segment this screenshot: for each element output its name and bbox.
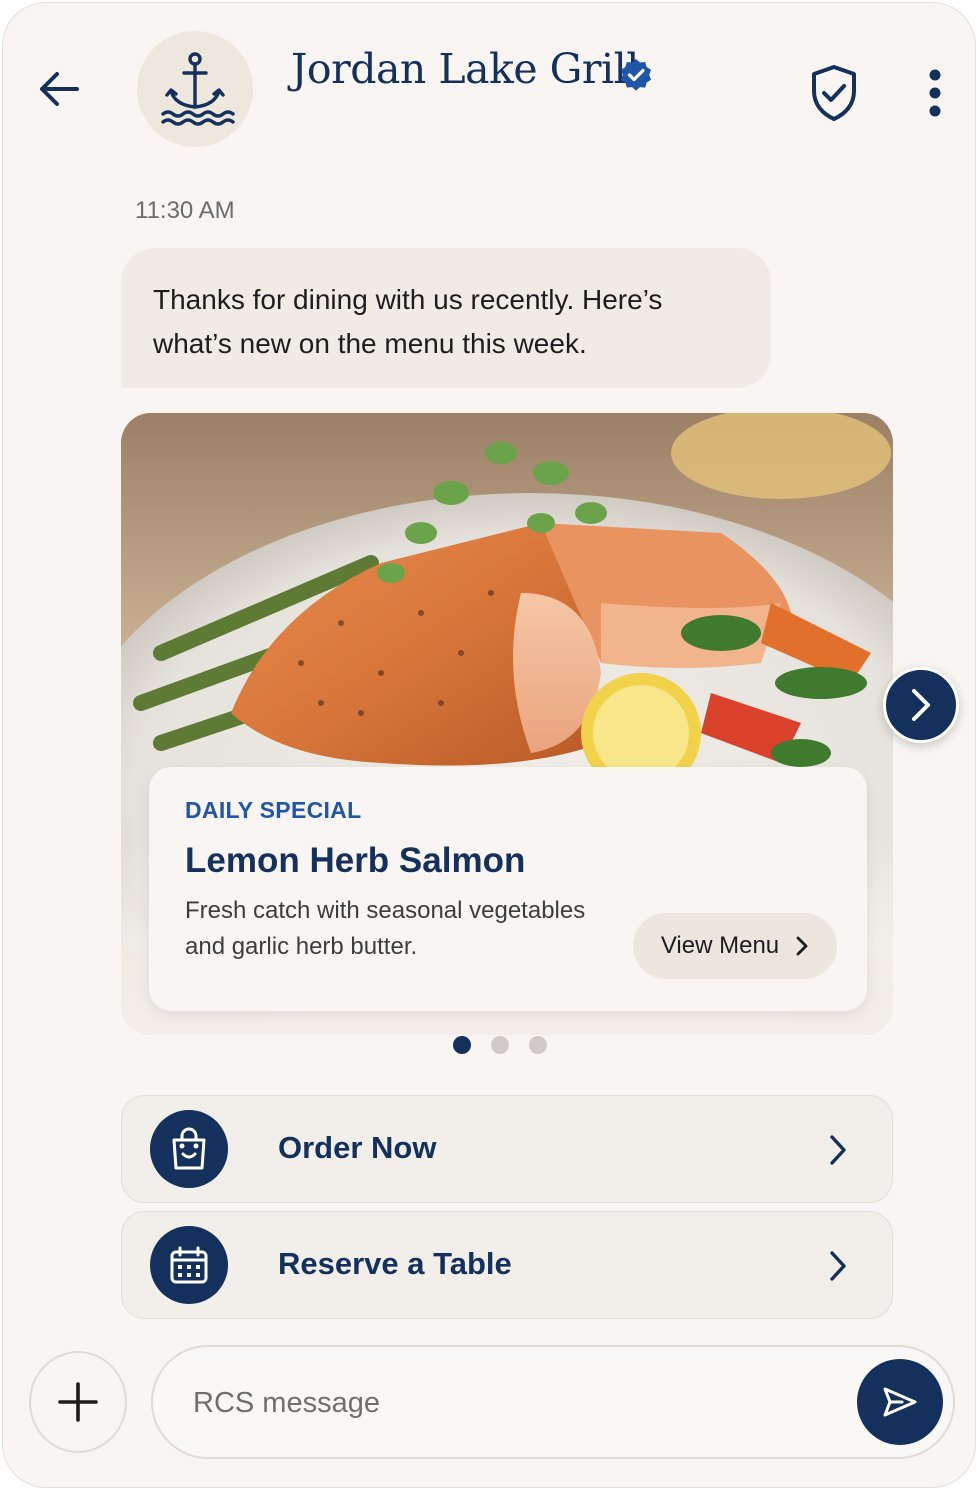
card-eyebrow: DAILY SPECIAL	[185, 797, 362, 823]
carousel-dot-2[interactable]	[491, 1036, 509, 1054]
order-now-label: Order Now	[278, 1130, 437, 1165]
business-avatar[interactable]	[137, 31, 253, 147]
reserve-table-action[interactable]: Reserve a Table	[121, 1211, 893, 1319]
chevron-right-icon	[912, 689, 930, 721]
rich-card[interactable]: DAILY SPECIAL Lemon Herb Salmon Fresh ca…	[121, 413, 893, 1035]
carousel-dot-3[interactable]	[529, 1036, 547, 1054]
carousel-indicator	[453, 1036, 547, 1054]
message-input[interactable]	[193, 1375, 843, 1431]
carousel-dot-1[interactable]	[453, 1036, 471, 1054]
message-composer	[151, 1345, 955, 1459]
security-info-button[interactable]	[803, 61, 865, 125]
message-timestamp: 11:30 AM	[135, 197, 235, 224]
add-attachment-button[interactable]	[29, 1351, 127, 1453]
order-now-chevron	[818, 1128, 858, 1172]
anchor-logo	[161, 52, 235, 126]
send-icon	[883, 1387, 917, 1417]
more-vert-icon	[929, 69, 941, 117]
verified-badge-icon	[621, 59, 651, 91]
incoming-message-bubble: Thanks for dining with us recently. Here…	[121, 248, 771, 388]
order-icon-circle	[150, 1110, 228, 1188]
card-title: Lemon Herb Salmon	[185, 841, 526, 880]
chevron-right-icon	[796, 936, 808, 956]
rcs-chat-screen: Jordan Lake Grill 11:30 AM Thanks for di…	[2, 2, 976, 1488]
chevron-right-icon	[830, 1135, 846, 1165]
chevron-right-icon	[830, 1251, 846, 1281]
card-description: Fresh catch with seasonal vegetables and…	[185, 897, 586, 960]
view-menu-label: View Menu	[660, 932, 780, 959]
back-arrow-icon	[40, 72, 79, 106]
order-now-action[interactable]: Order Now	[121, 1095, 893, 1203]
more-options-button[interactable]	[909, 61, 961, 125]
reserve-table-label: Reserve a Table	[278, 1246, 512, 1281]
business-name: Jordan Lake Grill	[291, 45, 639, 93]
calendar-icon	[170, 1246, 208, 1284]
shield-check-icon	[812, 65, 856, 121]
card-content: DAILY SPECIAL Lemon Herb Salmon Fresh ca…	[149, 767, 867, 1011]
reserve-icon-circle	[150, 1226, 228, 1304]
shopping-bag-icon	[172, 1127, 206, 1170]
reserve-table-chevron	[818, 1244, 858, 1288]
send-button[interactable]	[857, 1359, 943, 1445]
carousel-next-button[interactable]	[883, 667, 959, 743]
view-menu-button[interactable]: View Menu	[633, 913, 837, 979]
plus-icon	[58, 1382, 98, 1422]
back-button[interactable]	[29, 59, 89, 119]
